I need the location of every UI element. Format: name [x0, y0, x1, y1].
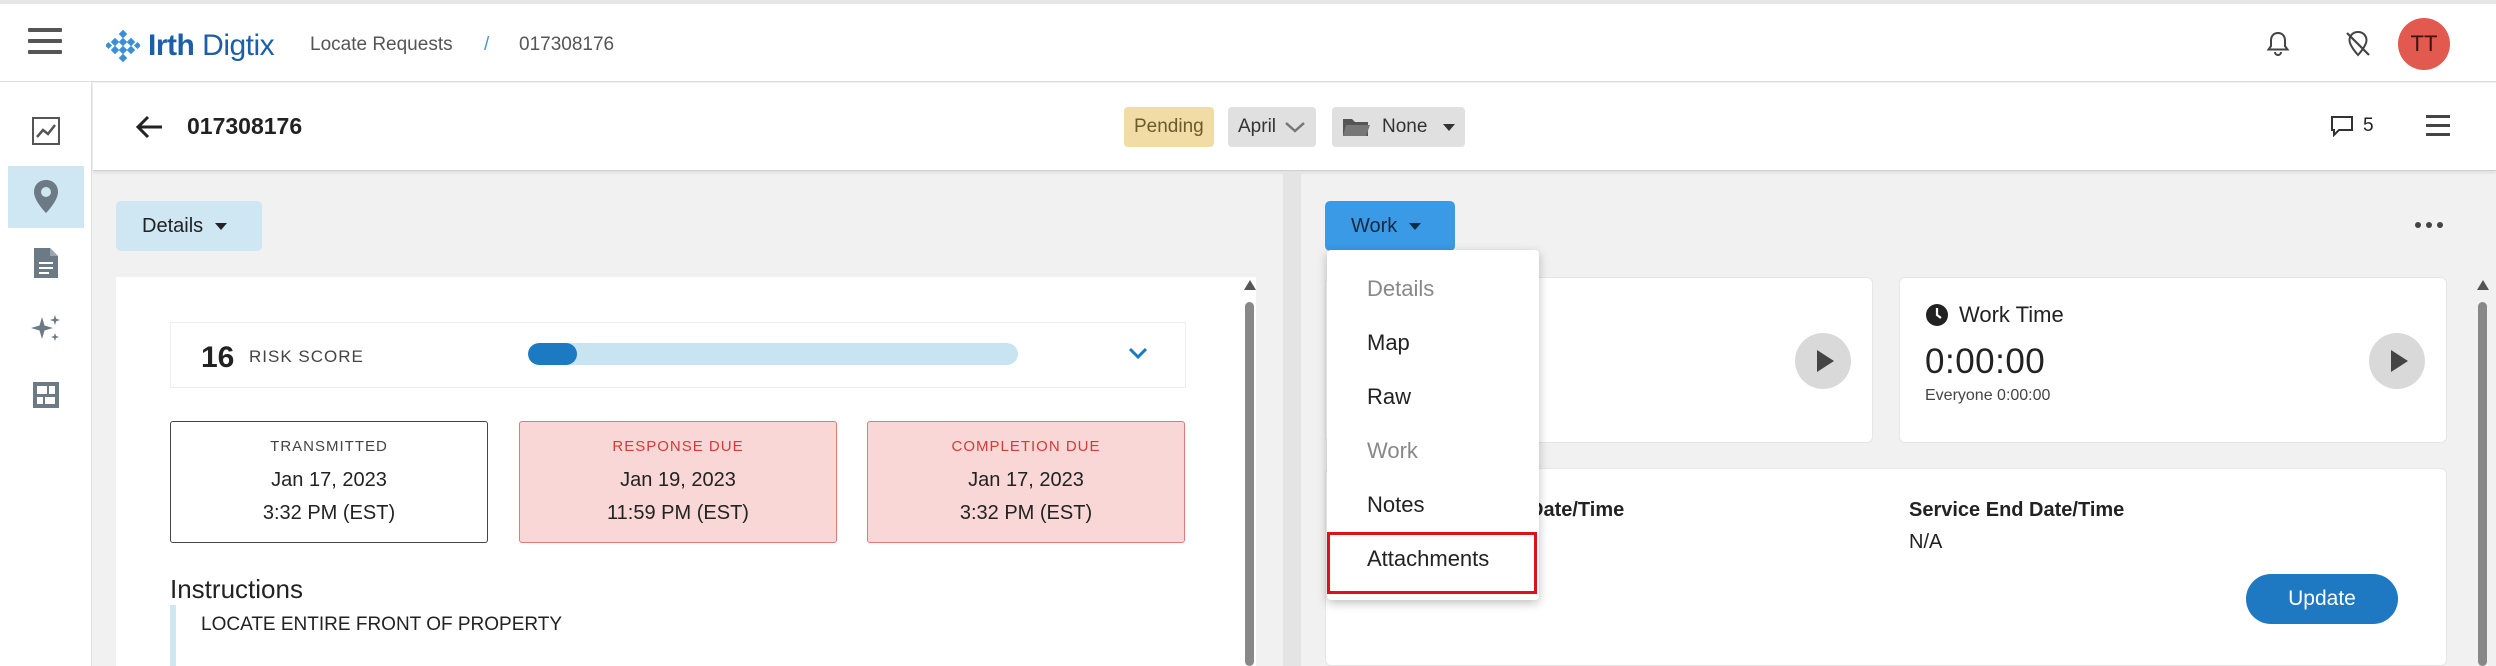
- more-menu-icon[interactable]: [2426, 115, 2450, 137]
- bell-icon[interactable]: [2262, 28, 2294, 60]
- clock-icon: [1926, 304, 1948, 326]
- service-start-label: Date/Time: [1529, 499, 1625, 521]
- response-due-date-box: RESPONSE DUE Jan 19, 2023 11:59 PM (EST): [519, 421, 837, 543]
- scroll-up-icon[interactable]: [2477, 280, 2489, 290]
- request-header: 017308176 Pending April None 5: [93, 83, 2496, 171]
- chart-icon: [32, 117, 60, 145]
- chevron-down-icon: [1285, 122, 1305, 133]
- details-tab-label: Details: [142, 214, 204, 237]
- instructions-accent-bar: [170, 605, 176, 666]
- logo-mark-icon: [106, 29, 140, 63]
- dropdown-item-raw[interactable]: Raw: [1367, 384, 1411, 410]
- work-time-title: Work Time: [1959, 302, 2064, 327]
- app-logo[interactable]: Irth Digtix: [106, 28, 275, 64]
- avatar[interactable]: TT: [2398, 18, 2450, 70]
- attachments-highlight-box: [1327, 532, 1537, 594]
- month-dropdown[interactable]: April: [1228, 107, 1317, 147]
- folder-label: None: [1382, 116, 1428, 137]
- document-icon: [34, 248, 58, 278]
- breadcrumb-locate-requests[interactable]: Locate Requests: [310, 34, 453, 56]
- chevron-down-icon[interactable]: [1127, 345, 1149, 361]
- play-button-icon[interactable]: [1795, 333, 1851, 389]
- logo-text: Irth Digtix: [148, 29, 275, 62]
- comment-count: 5: [2363, 115, 2374, 136]
- dropdown-item-work: Work: [1367, 438, 1418, 463]
- date-box-label: COMPLETION DUE: [951, 438, 1101, 455]
- transmitted-date-box: TRANSMITTED Jan 17, 2023 3:32 PM (EST): [170, 421, 488, 543]
- work-tab-button[interactable]: Work: [1325, 201, 1455, 251]
- caret-down-icon: [1443, 123, 1456, 131]
- nav-item-ai[interactable]: [8, 298, 84, 360]
- service-end-value: N/A: [1909, 531, 1943, 553]
- month-label: April: [1238, 116, 1277, 137]
- date-box-date: Jan 17, 2023: [968, 469, 1084, 491]
- risk-score-label: RISK SCORE: [249, 347, 364, 366]
- work-tab-label: Work: [1351, 214, 1398, 237]
- dropdown-item-details: Details: [1367, 276, 1435, 301]
- folder-dropdown[interactable]: None: [1332, 107, 1466, 147]
- update-button[interactable]: Update: [2246, 574, 2398, 624]
- layout-icon: [33, 382, 59, 408]
- dropdown-item-map[interactable]: Map: [1367, 330, 1410, 356]
- more-options-icon[interactable]: [2415, 222, 2443, 230]
- work-time-value: 0:00:00: [1925, 342, 2046, 381]
- caret-down-icon: [1409, 222, 1422, 230]
- work-time-everyone: Everyone 0:00:00: [1925, 387, 2051, 404]
- risk-score-value: 16: [201, 341, 235, 374]
- work-time-card: Work Time 0:00:00 Everyone 0:00:00: [1899, 277, 2447, 443]
- risk-score-panel[interactable]: 16 RISK SCORE: [170, 322, 1186, 388]
- work-time-header: Work Time: [1925, 302, 2064, 328]
- instructions-heading: Instructions: [170, 574, 303, 604]
- nav-item-locate-requests[interactable]: [8, 166, 84, 228]
- scroll-thumb[interactable]: [2478, 302, 2487, 666]
- caret-down-icon: [215, 222, 228, 230]
- sparkle-icon: [31, 315, 60, 341]
- panel-resize-divider[interactable]: [1283, 172, 1301, 666]
- request-number: 017308176: [187, 113, 303, 139]
- scroll-up-icon[interactable]: [1244, 280, 1256, 290]
- location-off-icon[interactable]: [2342, 28, 2374, 60]
- comment-icon: [2331, 116, 2353, 137]
- completion-due-date-box: COMPLETION DUE Jan 17, 2023 3:32 PM (EST…: [867, 421, 1185, 543]
- top-bar: Irth Digtix Locate Requests / 017308176 …: [0, 0, 2496, 82]
- comments-button[interactable]: 5: [2329, 115, 2374, 137]
- date-box-label: TRANSMITTED: [270, 438, 388, 455]
- date-box-label: RESPONSE DUE: [612, 438, 744, 455]
- date-box-date: Jan 17, 2023: [271, 469, 387, 491]
- folder-icon: [1343, 119, 1370, 136]
- details-tab-button[interactable]: Details: [116, 201, 262, 251]
- right-scrollbar[interactable]: [2476, 280, 2490, 666]
- instructions-text: LOCATE ENTIRE FRONT OF PROPERTY: [201, 614, 563, 635]
- status-badge[interactable]: Pending: [1124, 107, 1214, 147]
- main-menu-icon[interactable]: [28, 28, 62, 58]
- date-box-time: 3:32 PM (EST): [262, 502, 396, 524]
- date-box-date: Jan 19, 2023: [620, 469, 736, 491]
- left-nav: [0, 82, 92, 666]
- dropdown-item-notes[interactable]: Notes: [1367, 492, 1424, 518]
- nav-item-layout[interactable]: [8, 364, 84, 426]
- risk-score-fill: [528, 343, 577, 365]
- nav-item-analytics[interactable]: [8, 100, 84, 162]
- nav-item-documents[interactable]: [8, 232, 84, 294]
- left-scrollbar[interactable]: [1243, 280, 1257, 666]
- breadcrumb-separator: /: [484, 34, 490, 55]
- date-box-time: 11:59 PM (EST): [607, 502, 749, 524]
- play-button-icon[interactable]: [2369, 333, 2425, 389]
- back-arrow-icon[interactable]: [135, 113, 165, 141]
- map-pin-icon: [34, 180, 58, 213]
- breadcrumb-current: 017308176: [519, 34, 615, 55]
- date-box-time: 3:32 PM (EST): [959, 502, 1093, 524]
- scroll-thumb[interactable]: [1245, 302, 1254, 666]
- service-end-label: Service End Date/Time: [1909, 499, 2125, 521]
- risk-score-bar: [528, 343, 1018, 365]
